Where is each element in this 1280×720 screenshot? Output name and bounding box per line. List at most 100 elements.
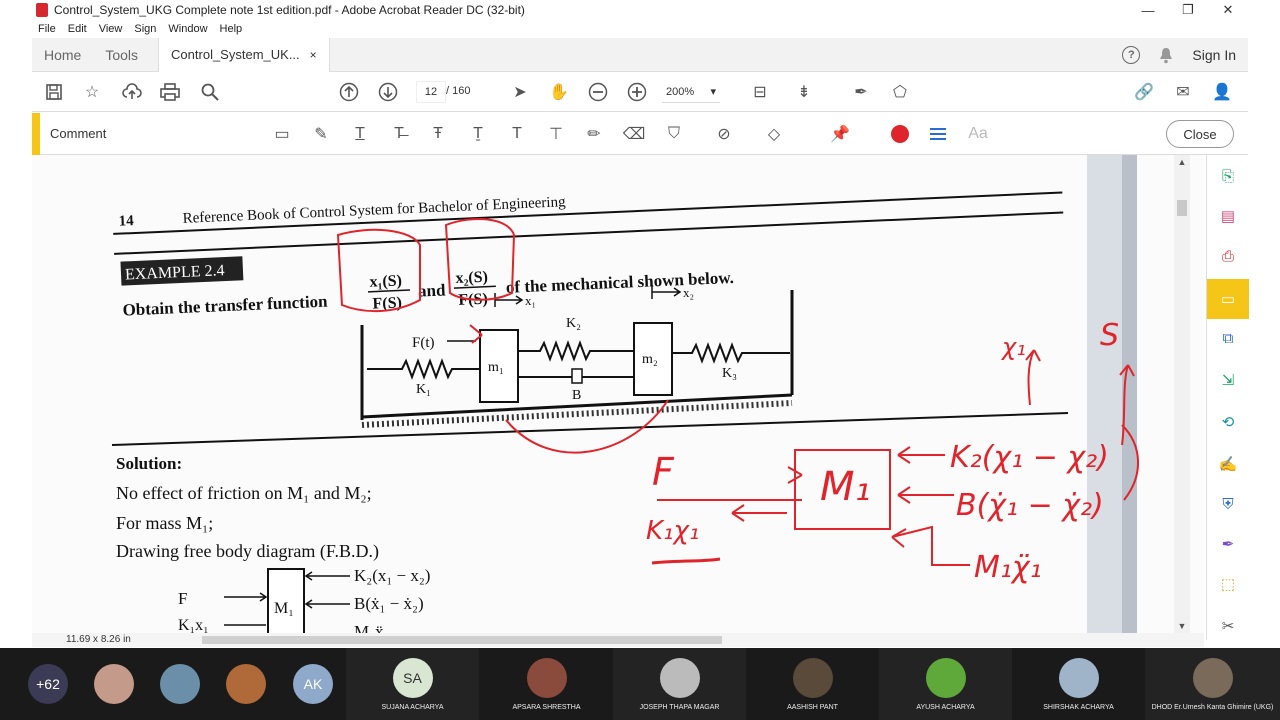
fbd-k1x1: K₁x₁ xyxy=(178,617,209,633)
strikethrough-icon[interactable]: T̶ xyxy=(389,124,409,144)
sign-in-button[interactable]: Sign In xyxy=(1192,47,1236,63)
cloud-upload-icon[interactable] xyxy=(122,82,142,102)
compress-pdf-icon[interactable]: ⇲ xyxy=(1217,369,1239,391)
main-toolbar: ☆ 12 / 160 ➤ ✋ 200% ▾ ⊟ ⇟ ✒ ⬠ 🔗 ✉ 👤 xyxy=(32,72,1248,112)
vertical-scrollbar[interactable]: ▲ ▼ xyxy=(1174,155,1190,633)
tab-document[interactable]: Control_System_UK... × xyxy=(158,37,330,72)
menu-view[interactable]: View xyxy=(99,23,123,35)
fill-sign-icon[interactable]: ✒ xyxy=(851,82,871,102)
right-tools-pane: ⎘ ▤ ⎙ ▭ ⧉ ⇲ ⟲ ✍ ⛨ ✒ ⬚ ✂ xyxy=(1206,155,1249,640)
zoom-value: 200% xyxy=(666,85,695,98)
underline-text-icon[interactable]: T̲ xyxy=(350,124,370,144)
participant-tile[interactable] xyxy=(218,648,274,720)
participant-tile[interactable]: APSARA SHRESTHA xyxy=(480,648,613,720)
select-cursor-icon[interactable]: ➤ xyxy=(510,82,530,102)
close-window-button[interactable]: ✕ xyxy=(1208,0,1248,20)
insert-text-icon[interactable]: Ṯ xyxy=(468,124,488,144)
status-bar: 11.69 x 8.26 in xyxy=(32,633,1204,647)
window-title: Control_System_UKG Complete note 1st edi… xyxy=(54,3,525,17)
close-comment-button[interactable]: Close xyxy=(1166,120,1234,148)
menu-window[interactable]: Window xyxy=(168,23,207,35)
next-page-icon[interactable] xyxy=(378,82,398,102)
line-weight-icon[interactable] xyxy=(928,124,948,144)
prev-page-icon[interactable] xyxy=(339,82,359,102)
page-number-input[interactable]: 12 xyxy=(416,81,446,103)
participant-tile[interactable]: AASHISH PANT xyxy=(746,648,879,720)
help-icon[interactable]: ? xyxy=(1122,46,1141,64)
and-word: and xyxy=(418,280,447,300)
participant-tile[interactable]: AK xyxy=(285,648,341,720)
combine-files-icon[interactable]: ⧉ xyxy=(1217,327,1239,349)
participant-tile[interactable]: SA SUJANA ACHARYA xyxy=(346,648,479,720)
avatar: +62 xyxy=(28,664,68,704)
export-pdf-icon[interactable]: ⎘ xyxy=(1217,165,1239,187)
restore-button[interactable]: ❐ xyxy=(1168,0,1208,20)
fig-k3: K₃ xyxy=(722,366,737,381)
email-icon[interactable]: ✉ xyxy=(1173,82,1193,102)
right-window-edge xyxy=(1248,0,1280,648)
color-picker-icon[interactable] xyxy=(890,124,910,144)
sticky-note-icon[interactable]: ▭ xyxy=(272,124,292,144)
horizontal-scroll-thumb[interactable] xyxy=(202,636,722,644)
tag-icon[interactable]: ⬠ xyxy=(890,82,910,102)
tab-tools[interactable]: Tools xyxy=(93,47,150,63)
edit-pdf-icon[interactable]: ⟲ xyxy=(1217,411,1239,433)
scroll-up-icon[interactable]: ▲ xyxy=(1174,157,1190,167)
pdf-page-view[interactable]: 14 Reference Book of Control System for … xyxy=(32,155,1204,633)
comment-tool-icon[interactable]: ▭ xyxy=(1207,279,1249,319)
participant-name: SUJANA ACHARYA xyxy=(381,703,444,711)
page-fit-icon[interactable]: ⊟ xyxy=(750,82,770,102)
fill-sign-tool-icon[interactable]: ✍ xyxy=(1217,453,1239,475)
participant-tile[interactable] xyxy=(152,648,208,720)
add-text-comment-icon[interactable]: T xyxy=(507,124,527,144)
font-size-icon[interactable]: Aa xyxy=(968,124,988,144)
attach-icon[interactable]: ⊘ xyxy=(714,124,734,144)
menu-sign[interactable]: Sign xyxy=(134,23,156,35)
zoom-in-icon[interactable] xyxy=(627,82,647,102)
protect-icon[interactable]: ⛨ xyxy=(1217,493,1239,515)
participant-tile[interactable]: SHIRSHAK ACHARYA xyxy=(1012,648,1145,720)
request-sign-icon[interactable]: ✒ xyxy=(1217,533,1239,555)
pin-icon[interactable]: 📌 xyxy=(830,124,850,144)
minimize-button[interactable]: — xyxy=(1128,0,1168,20)
fig-x2: x₂ xyxy=(683,285,694,300)
zoom-out-icon[interactable] xyxy=(588,82,608,102)
comment-label: Comment xyxy=(50,126,107,141)
menu-file[interactable]: File xyxy=(38,23,56,35)
hand-tool-icon[interactable]: ✋ xyxy=(549,82,569,102)
participant-tile[interactable] xyxy=(86,648,142,720)
replace-text-icon[interactable]: Ŧ xyxy=(428,124,448,144)
participant-tile[interactable]: DHOD Er.Umesh Kanta Ghimire (UKG) xyxy=(1145,648,1280,720)
highlight-icon[interactable]: ✎ xyxy=(311,124,331,144)
save-icon[interactable] xyxy=(44,82,64,102)
eraser-icon[interactable]: ⌫ xyxy=(623,124,646,144)
scroll-thumb[interactable] xyxy=(1177,200,1187,216)
more-tools-icon[interactable]: ✂ xyxy=(1217,615,1239,637)
stamp-icon[interactable]: ⛉ xyxy=(664,124,684,144)
zoom-select[interactable]: 200% ▾ xyxy=(662,81,720,103)
participant-tile[interactable]: AYUSH ACHARYA xyxy=(879,648,1012,720)
fig-k2: K₂ xyxy=(566,316,581,331)
search-icon[interactable] xyxy=(200,82,220,102)
text-box-icon[interactable]: ⊤ xyxy=(546,124,566,144)
scroll-mode-icon[interactable]: ⇟ xyxy=(794,82,814,102)
shapes-icon[interactable]: ◇ xyxy=(764,124,784,144)
star-icon[interactable]: ☆ xyxy=(82,82,102,102)
pencil-draw-icon[interactable]: ✏ xyxy=(584,124,604,144)
create-pdf-icon[interactable]: ⎙ xyxy=(1217,245,1239,267)
send-review-icon[interactable]: ⬚ xyxy=(1217,573,1239,595)
tab-home[interactable]: Home xyxy=(32,47,93,63)
fig-force: F(t) xyxy=(412,335,435,351)
menu-help[interactable]: Help xyxy=(220,23,243,35)
bell-icon[interactable] xyxy=(1158,46,1174,64)
add-user-icon[interactable]: 👤 xyxy=(1212,82,1232,102)
print-icon[interactable] xyxy=(160,82,180,102)
scroll-down-icon[interactable]: ▼ xyxy=(1174,621,1190,631)
participant-tile[interactable]: JOSEPH THAPA MAGAR xyxy=(613,648,746,720)
acrobat-window: Control_System_UKG Complete note 1st edi… xyxy=(0,0,1280,720)
participant-overflow[interactable]: +62 xyxy=(20,648,76,720)
organize-pages-icon[interactable]: ▤ xyxy=(1217,205,1239,227)
share-link-icon[interactable]: 🔗 xyxy=(1134,82,1154,102)
menu-edit[interactable]: Edit xyxy=(68,23,87,35)
close-tab-icon[interactable]: × xyxy=(310,48,317,62)
